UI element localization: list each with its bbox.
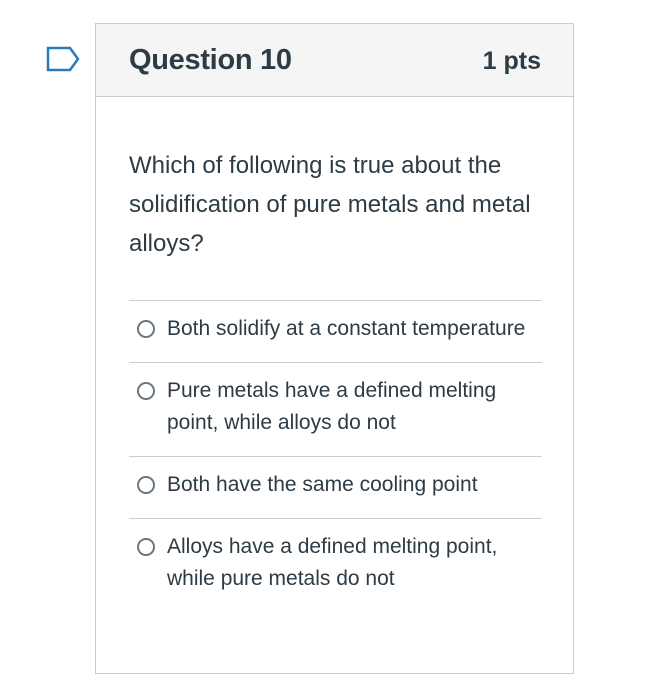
answer-label: Pure metals have a defined melting point… [167,379,497,434]
question-text: Which of following is true about the sol… [129,152,531,257]
question-points: 1 pts [482,47,541,75]
answer-option[interactable]: Both have the same cooling point [129,457,542,519]
answer-list: Both solidify at a constant temperature … [129,300,542,612]
answer-label: Both solidify at a constant temperature [167,317,526,340]
radio-button[interactable] [137,538,155,556]
question-title: Question 10 [129,44,292,76]
answer-option[interactable]: Both solidify at a constant temperature [129,301,542,363]
answer-option[interactable]: Pure metals have a defined melting point… [129,363,542,457]
answer-option[interactable]: Alloys have a defined melting point, whi… [129,519,542,612]
flag-question-icon[interactable] [46,46,80,72]
question-header: Question 10 1 pts [96,24,573,97]
radio-button[interactable] [137,382,155,400]
question-card: Question 10 1 pts Which of following is … [95,23,574,674]
answer-label: Alloys have a defined melting point, whi… [167,535,498,590]
answer-label: Both have the same cooling point [167,473,478,496]
radio-button[interactable] [137,476,155,494]
radio-button[interactable] [137,320,155,338]
